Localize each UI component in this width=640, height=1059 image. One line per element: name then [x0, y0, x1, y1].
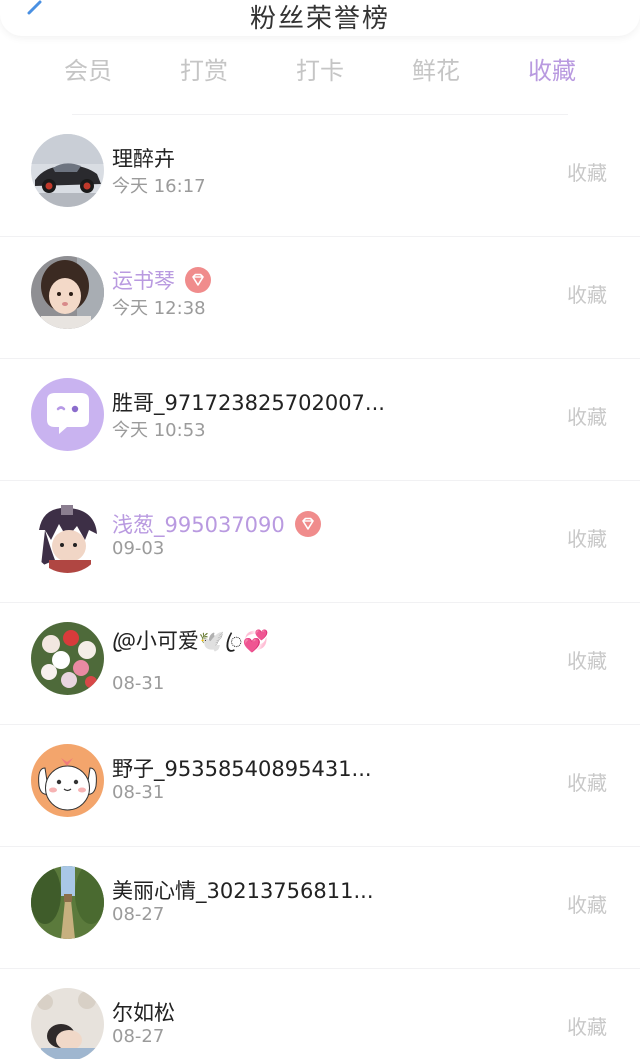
timestamp: 08-31 [112, 673, 165, 694]
sleeping-person-photo-icon [31, 988, 104, 1059]
child-photo-icon [31, 256, 104, 329]
name-line: @ꦿ小可爱🕊️ꦿ💞 [112, 629, 269, 660]
header-bar: 粉丝荣誉榜 [0, 0, 640, 36]
timestamp: 08-27 [112, 904, 165, 925]
car-photo-icon [31, 134, 104, 207]
tab-checkin[interactable]: 打卡 [262, 51, 378, 86]
name-line: 理醉卉 [112, 144, 175, 172]
name-line: 运书琴 [112, 266, 211, 294]
list-item[interactable]: @ꦿ小可爱🕊️ꦿ💞 08-31 收藏 [0, 603, 640, 725]
tab-flowers[interactable]: 鲜花 [378, 51, 494, 86]
avatar[interactable] [31, 256, 104, 329]
timestamp: 09-03 [112, 538, 165, 559]
avatar[interactable] [31, 500, 104, 573]
favorite-action[interactable]: 收藏 [567, 401, 607, 430]
diamond-icon [192, 273, 204, 286]
page-title: 粉丝荣誉榜 [249, 4, 390, 34]
name-line: 胜哥_971723825702007... [112, 388, 385, 416]
list-item[interactable]: 浅葱_995037090 09-03 收藏 [0, 481, 640, 603]
favorite-action[interactable]: 收藏 [567, 523, 607, 552]
avatar[interactable] [31, 988, 104, 1059]
timestamp: 今天 16:17 [112, 176, 206, 197]
flowers-photo-icon [31, 622, 104, 695]
anime-photo-icon [31, 500, 104, 573]
name-line: 尔如松 [112, 998, 175, 1026]
avatar[interactable] [31, 622, 104, 695]
name-line: 浅葱_995037090 [112, 510, 321, 538]
list-item[interactable]: 运书琴 今天 12:38 收藏 [0, 237, 640, 359]
timestamp: 08-27 [112, 1026, 165, 1047]
avatar[interactable] [31, 378, 104, 451]
favorite-action[interactable]: 收藏 [567, 767, 607, 796]
user-name: 胜哥_971723825702007... [112, 391, 385, 415]
vip-badge [294, 511, 321, 537]
avatar[interactable] [31, 744, 104, 817]
list-item[interactable]: 理醉卉 今天 16:17 收藏 [0, 115, 640, 237]
list-item[interactable]: 胜哥_971723825702007... 今天 10:53 收藏 [0, 359, 640, 481]
tab-rewards[interactable]: 打赏 [146, 51, 262, 86]
user-name: 理醉卉 [112, 147, 175, 171]
favorite-action[interactable]: 收藏 [567, 157, 607, 186]
user-name: 运书琴 [112, 269, 175, 293]
cartoon-dog-icon [31, 744, 104, 817]
user-name: @ꦿ小可爱🕊️ꦿ💞 [112, 628, 269, 653]
garden-photo-icon [31, 866, 104, 939]
timestamp: 08-31 [112, 782, 165, 803]
list-item[interactable]: 美丽心情_30213756811... 08-27 收藏 [0, 847, 640, 969]
user-name: 尔如松 [112, 1001, 175, 1025]
name-line: 野子_95358540895431... [112, 754, 372, 782]
user-name: 美丽心情_30213756811... [112, 879, 374, 903]
tab-members[interactable]: 会员 [30, 51, 146, 86]
favorite-action[interactable]: 收藏 [567, 645, 607, 674]
user-name: 野子_95358540895431... [112, 757, 372, 781]
tab-bar: 会员 打赏 打卡 鲜花 收藏 [30, 48, 610, 88]
list-item[interactable]: 野子_95358540895431... 08-31 收藏 [0, 725, 640, 847]
favorite-action[interactable]: 收藏 [567, 279, 607, 308]
vip-badge [185, 267, 211, 293]
tab-favorites[interactable]: 收藏 [494, 51, 610, 86]
user-name: 浅葱_995037090 [112, 513, 285, 537]
avatar[interactable] [31, 134, 104, 207]
fan-honor-screen: 粉丝荣誉榜 会员 打赏 打卡 鲜花 收藏 理醉卉 今天 16:17 收藏 运书琴… [0, 0, 640, 1059]
favorite-action[interactable]: 收藏 [567, 889, 607, 918]
favorite-action[interactable]: 收藏 [567, 1011, 607, 1040]
chat-bubble-icon [31, 378, 104, 451]
timestamp: 今天 12:38 [112, 298, 206, 319]
list-item[interactable]: 尔如松 08-27 收藏 [0, 969, 640, 1059]
avatar[interactable] [31, 866, 104, 939]
diamond-icon [301, 517, 314, 530]
name-line: 美丽心情_30213756811... [112, 876, 374, 904]
timestamp: 今天 10:53 [112, 420, 206, 441]
favorites-list: 理醉卉 今天 16:17 收藏 运书琴 今天 12:38 收藏 胜哥_97172… [0, 114, 640, 1059]
